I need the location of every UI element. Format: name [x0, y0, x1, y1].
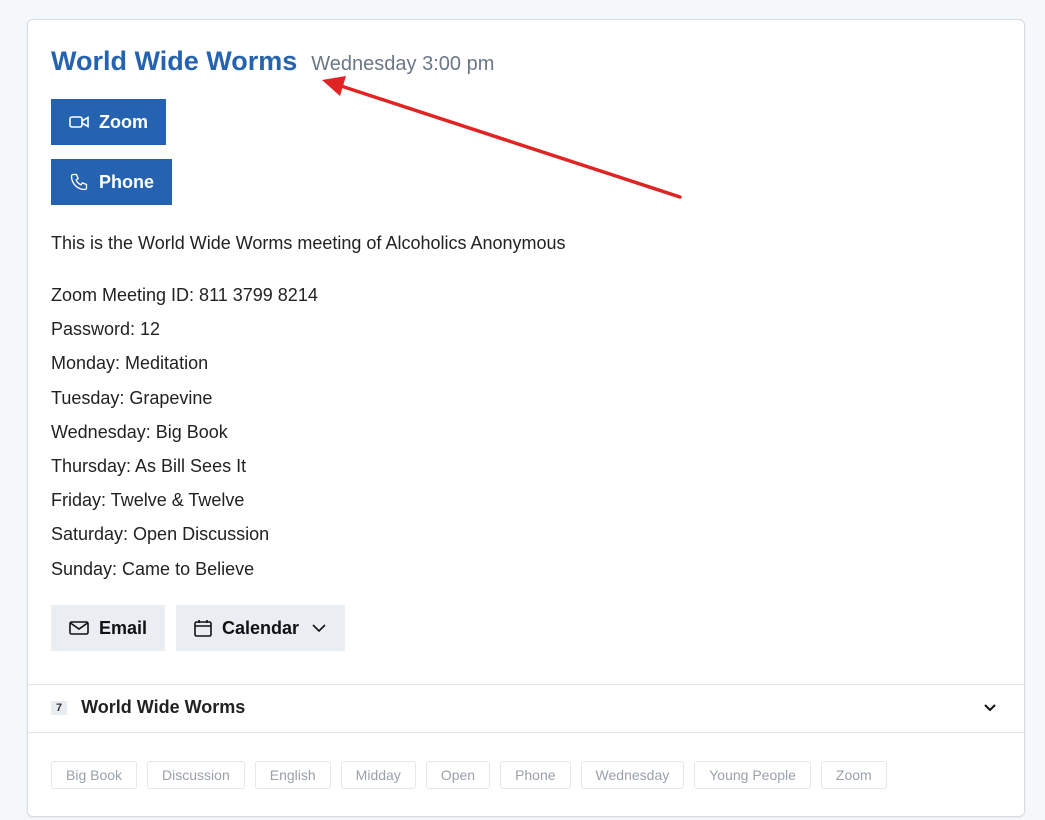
notes-line: Thursday: As Bill Sees It — [51, 455, 247, 476]
notes-line: Friday: Twelve & Twelve — [51, 490, 245, 511]
notes-line: Monday: Meditation — [51, 353, 209, 374]
section-divider — [28, 732, 1024, 733]
tag: Open — [425, 761, 491, 789]
meeting-description: This is the World Wide Worms meeting of … — [51, 233, 566, 253]
notes-line: Saturday: Open Discussion — [51, 524, 270, 545]
group-toggle-row[interactable]: 7 World Wide Worms — [51, 697, 1001, 718]
tag: Zoom — [820, 761, 887, 789]
chevron-down-icon[interactable] — [983, 703, 997, 712]
video-camera-icon — [69, 116, 89, 128]
notes-line: Tuesday: Grapevine — [51, 387, 213, 408]
group-count-badge: 7 — [51, 700, 68, 715]
calendar-button-label: Calendar — [222, 617, 300, 638]
group-name: World Wide Worms — [81, 697, 246, 717]
email-button-label: Email — [99, 617, 148, 638]
email-button[interactable]: Email — [51, 605, 166, 651]
calendar-button[interactable]: Calendar — [176, 605, 346, 651]
notes-line: Sunday: Came to Believe — [51, 558, 255, 579]
tag-list: Big Book Discussion English Midday Open … — [51, 761, 887, 789]
tag: Big Book — [51, 761, 138, 789]
meeting-time: Wednesday 3:00 pm — [311, 53, 495, 75]
section-divider — [28, 684, 1024, 685]
phone-button-label: Phone — [99, 171, 155, 192]
tag: Phone — [500, 761, 571, 789]
phone-button[interactable]: Phone — [51, 159, 173, 205]
zoom-button[interactable]: Zoom — [51, 99, 166, 145]
meeting-title: World Wide Worms — [51, 46, 298, 76]
notes-line: Wednesday: Big Book — [51, 421, 228, 442]
phone-icon — [70, 173, 88, 191]
meeting-card: World Wide Worms Wednesday 3:00 pm Zoom … — [27, 19, 1025, 817]
meeting-header: World Wide Worms Wednesday 3:00 pm — [51, 46, 494, 77]
tag: English — [254, 761, 331, 789]
tag: Young People — [694, 761, 811, 789]
envelope-icon — [69, 621, 89, 635]
meeting-notes: Zoom Meeting ID: 811 3799 8214 Password:… — [51, 284, 318, 592]
zoom-button-label: Zoom — [99, 111, 148, 132]
notes-line: Zoom Meeting ID: 811 3799 8214 — [51, 285, 318, 305]
tag: Wednesday — [580, 761, 685, 789]
tag: Midday — [340, 761, 416, 789]
calendar-icon — [194, 620, 212, 637]
tag: Discussion — [147, 761, 245, 789]
notes-line: Password: 12 — [51, 319, 161, 340]
chevron-down-icon — [312, 624, 326, 633]
